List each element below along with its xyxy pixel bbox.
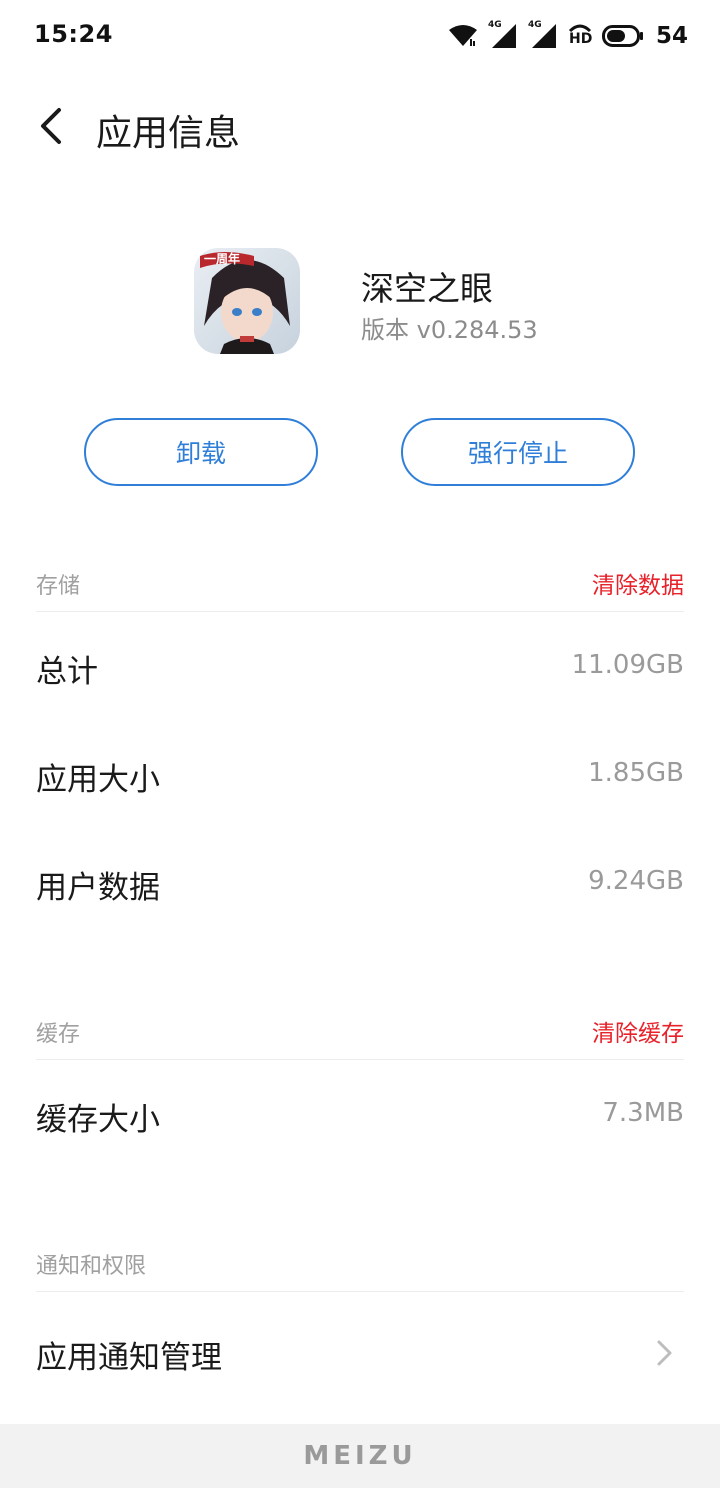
cache-section-header: 缓存 清除缓存 <box>36 1004 684 1060</box>
cache-section-title: 缓存 <box>36 1022 81 1047</box>
row-label: 用户数据 <box>36 870 160 906</box>
row-label: 总计 <box>36 654 98 690</box>
status-time: 15:24 <box>34 20 113 48</box>
meizu-logo: MEIZU <box>303 1441 417 1471</box>
page-title: 应用信息 <box>96 113 241 154</box>
app-icon-badge: 一周年 <box>204 252 241 266</box>
signal-4g-icon: 4G <box>487 20 518 50</box>
row-label: 应用通知管理 <box>36 1340 222 1376</box>
force-stop-button[interactable]: 强行停止 <box>401 418 635 486</box>
signal-4g-icon: 4G <box>527 20 558 50</box>
storage-section-header: 存储 清除数据 <box>36 556 684 612</box>
permissions-section-header: 通知和权限 <box>36 1236 684 1292</box>
clear-cache-button[interactable]: 清除缓存 <box>592 1014 684 1048</box>
app-name: 深空之眼 <box>361 269 493 308</box>
cache-row-size: 缓存大小 7.3MB <box>36 1064 684 1164</box>
app-notification-management-row[interactable]: 应用通知管理 <box>36 1302 684 1402</box>
chevron-left-icon <box>37 106 63 150</box>
row-label: 应用大小 <box>36 762 160 798</box>
permissions-section-title: 通知和权限 <box>36 1254 147 1279</box>
back-button[interactable] <box>26 102 74 154</box>
row-value: 9.24GB <box>588 866 684 896</box>
app-icon: 一周年 <box>194 248 300 354</box>
row-value: 7.3MB <box>602 1098 684 1128</box>
hd-icon: HD <box>568 23 592 49</box>
row-value: 11.09GB <box>571 650 684 680</box>
chevron-right-icon <box>650 1338 678 1368</box>
bottom-bar: MEIZU <box>0 1424 720 1488</box>
clear-data-button[interactable]: 清除数据 <box>592 566 684 600</box>
status-bar: 15:24 4G 4G HD 54 <box>0 0 720 72</box>
row-value: 1.85GB <box>588 758 684 788</box>
battery-level: 54 <box>655 23 688 49</box>
storage-row-user-data: 用户数据 9.24GB <box>36 832 684 932</box>
battery-icon <box>601 25 644 47</box>
app-card: 一周年 深空之眼 版本 v0.284.53 <box>0 248 720 358</box>
network-label: 4G <box>487 20 502 30</box>
storage-section-title: 存储 <box>36 574 81 599</box>
storage-row-total: 总计 11.09GB <box>36 616 684 716</box>
wifi-icon <box>448 24 478 48</box>
row-label: 缓存大小 <box>36 1102 160 1138</box>
header: 应用信息 <box>0 92 720 164</box>
network-label: 4G <box>527 20 542 30</box>
app-version: 版本 v0.284.53 <box>361 316 538 344</box>
uninstall-button[interactable]: 卸载 <box>84 418 318 486</box>
status-icons: 4G 4G HD 54 <box>448 20 688 52</box>
storage-row-app-size: 应用大小 1.85GB <box>36 724 684 824</box>
hd-label: HD <box>568 31 593 47</box>
action-buttons: 卸载 强行停止 <box>0 418 720 486</box>
